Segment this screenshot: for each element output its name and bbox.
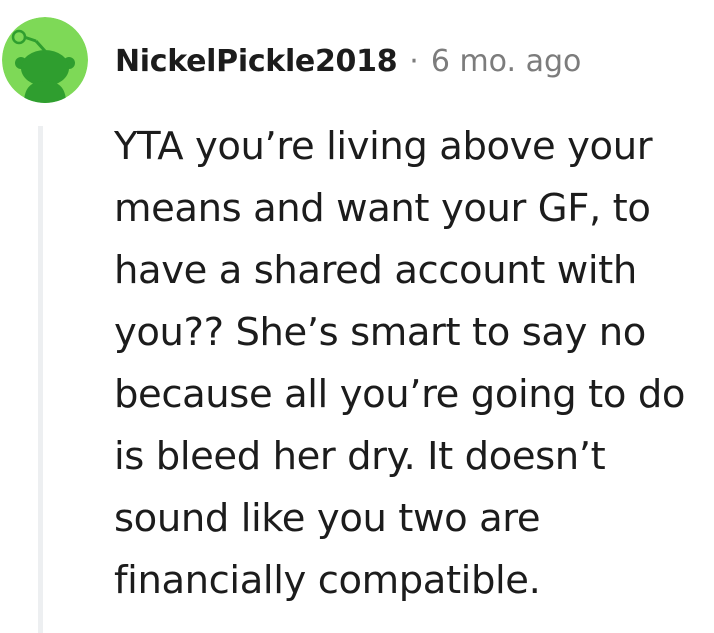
comment-body-line: means and want your GF, to (114, 186, 651, 231)
comment-body-line: have a shared account with (114, 248, 637, 293)
timestamp-link[interactable]: 6 mo. ago (431, 44, 582, 79)
username-link[interactable]: NickelPickle2018 (115, 44, 398, 79)
avatar[interactable] (2, 17, 88, 103)
comment-body-line: is bleed her dry. It doesn’t (114, 434, 606, 479)
thread-collapse-line[interactable] (38, 126, 43, 633)
comment-body-line: financially compatible. (114, 558, 541, 603)
comment-body-line: because all you’re going to do (114, 372, 686, 417)
comment: NickelPickle2018 · 6 mo. ago YTA you’re … (0, 0, 714, 633)
comment-body-line: you?? She’s smart to say no (114, 310, 646, 355)
comment-meta: NickelPickle2018 · 6 mo. ago (115, 40, 581, 82)
comment-body-line: sound like you two are (114, 496, 541, 541)
comment-body-line: YTA you’re living above your (114, 124, 653, 169)
meta-separator: · (409, 43, 419, 79)
comment-body: YTA you’re living above your means and w… (114, 116, 709, 612)
reddit-snoo-avatar-icon (2, 17, 88, 103)
